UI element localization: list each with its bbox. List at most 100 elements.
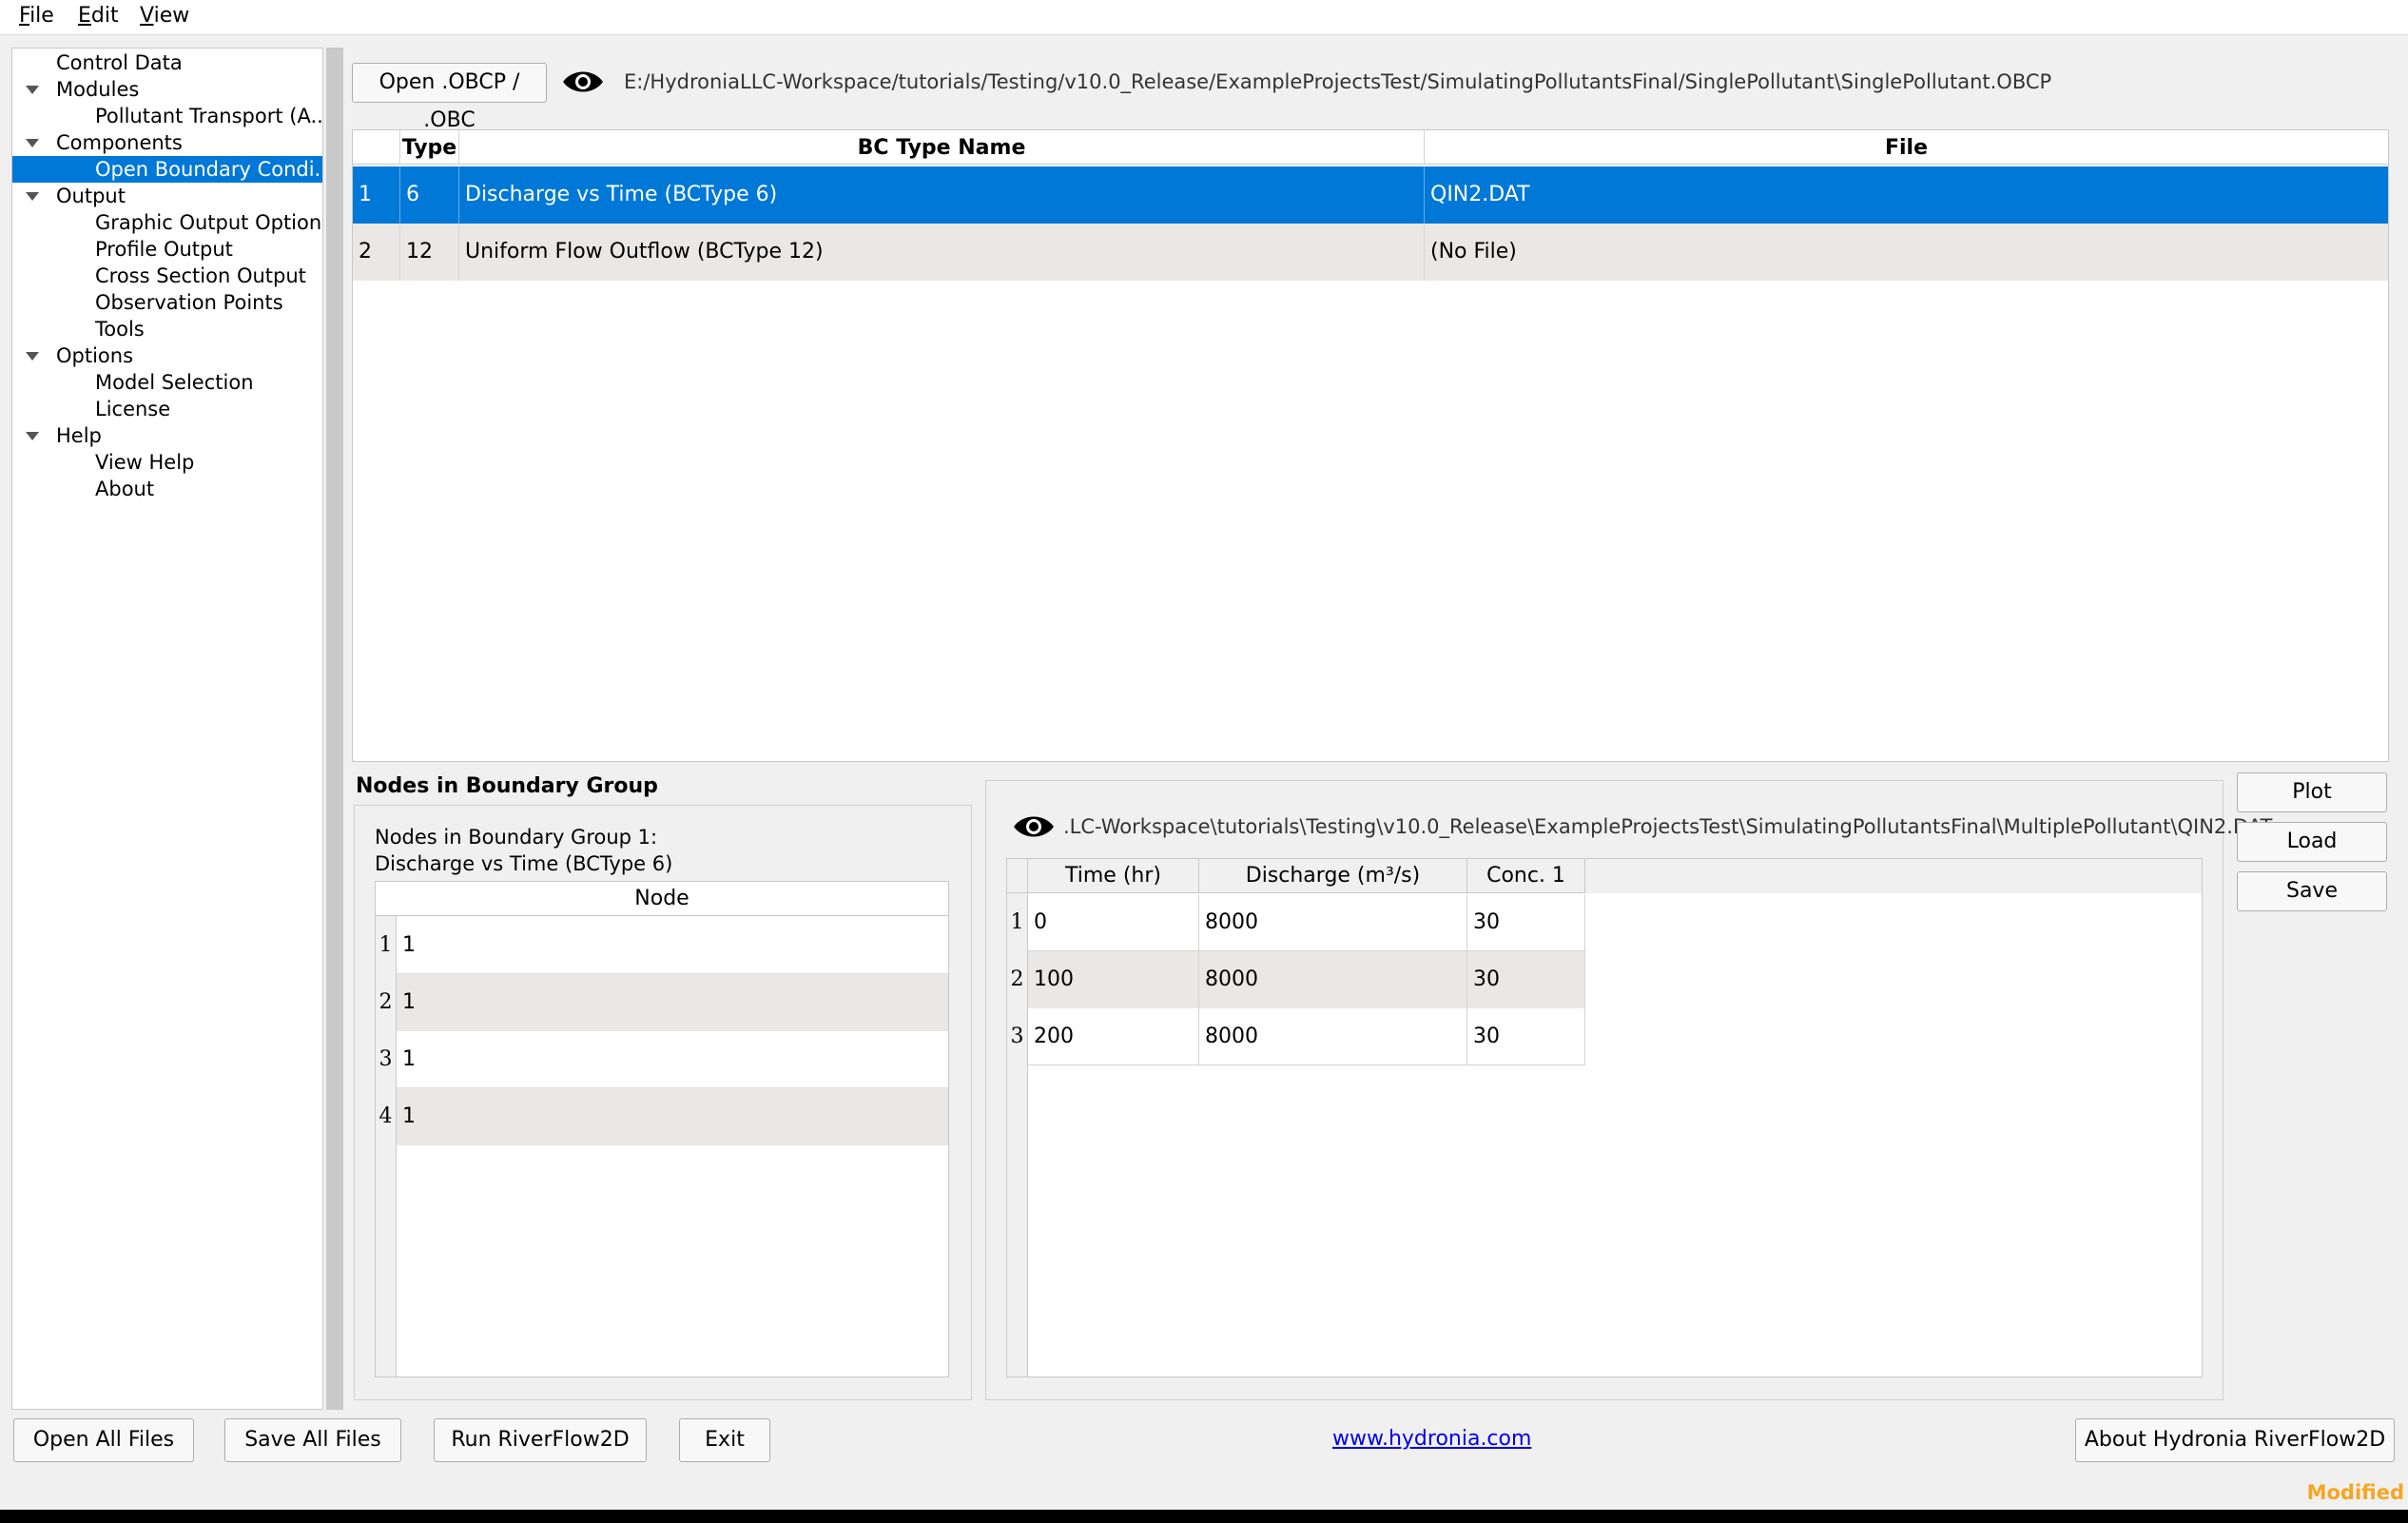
- header-filler: [1585, 859, 2202, 893]
- row-number[interactable]: 3: [376, 1031, 397, 1088]
- file-cell[interactable]: QIN2.DAT: [1425, 166, 2388, 224]
- time-cell[interactable]: 100: [1028, 951, 1199, 1008]
- column-header-discharge[interactable]: Discharge (m³/s): [1199, 859, 1467, 893]
- open-all-files-button[interactable]: Open All Files: [13, 1418, 194, 1462]
- column-header-bc-type-name[interactable]: BC Type Name: [459, 130, 1425, 165]
- panel-splitter[interactable]: [326, 48, 343, 1410]
- eye-icon[interactable]: [1012, 813, 1056, 840]
- expand-caret-icon[interactable]: [26, 192, 39, 201]
- menu-file[interactable]: File: [19, 4, 54, 28]
- menu-edit[interactable]: Edit: [78, 4, 119, 28]
- file-cell[interactable]: (No File): [1425, 224, 2388, 281]
- tree-item-open-boundary-conditions[interactable]: Open Boundary Condi...: [12, 156, 322, 183]
- series-file-path: .LC-Workspace\tutorials\Testing\v10.0_Re…: [1063, 815, 2273, 838]
- time-cell[interactable]: 200: [1028, 1008, 1199, 1065]
- tree-item-observation-points[interactable]: Observation Points: [12, 289, 322, 316]
- discharge-cell[interactable]: 8000: [1199, 951, 1467, 1008]
- bottom-edge: [0, 1510, 2408, 1523]
- tree-item-label: Graphic Output Options: [95, 211, 322, 234]
- tree-item-options[interactable]: Options: [12, 342, 322, 369]
- row-number[interactable]: 3: [1007, 1008, 1028, 1065]
- tree-item-label: Options: [56, 344, 134, 367]
- open-obcp-button[interactable]: Open .OBCP / .OBC: [352, 63, 547, 132]
- tree-item-help[interactable]: Help: [12, 422, 322, 449]
- row-number[interactable]: 2: [1007, 951, 1028, 1008]
- bc-type-name-cell[interactable]: Discharge vs Time (BCType 6): [459, 166, 1425, 224]
- node-cell[interactable]: 1: [397, 917, 948, 974]
- menu-view[interactable]: View: [140, 4, 189, 28]
- tree-item-tools[interactable]: Tools: [12, 316, 322, 342]
- about-button[interactable]: About Hydronia RiverFlow2D: [2075, 1418, 2395, 1462]
- column-header-node[interactable]: Node: [376, 882, 948, 916]
- eye-icon[interactable]: [561, 68, 605, 95]
- group-label-line1: Nodes in Boundary Group 1:: [375, 826, 658, 849]
- tree-item-label: Open Boundary Condi...: [95, 158, 322, 181]
- tree-item-label: Help: [56, 424, 102, 447]
- tree-item-label: Observation Points: [95, 291, 283, 314]
- column-header-conc[interactable]: Conc. 1: [1467, 859, 1585, 893]
- expand-caret-icon[interactable]: [26, 139, 39, 147]
- tree-item-model-selection[interactable]: Model Selection: [12, 369, 322, 396]
- nodes-table: Node 1 1 2 1 3 1 4 1: [375, 881, 949, 1377]
- exit-button[interactable]: Exit: [679, 1418, 770, 1462]
- tree-item-pollutant-transport[interactable]: Pollutant Transport (A...: [12, 103, 322, 129]
- tree-item-label: Tools: [95, 318, 145, 341]
- conc-cell[interactable]: 30: [1467, 951, 1585, 1008]
- discharge-cell[interactable]: 8000: [1199, 1008, 1467, 1065]
- row-number: 1: [353, 166, 400, 224]
- row-number[interactable]: 2: [376, 974, 397, 1031]
- tree-item-label: About: [95, 478, 155, 500]
- tree-item-label: Pollutant Transport (A...: [95, 105, 322, 127]
- bc-type-name-cell[interactable]: Uniform Flow Outflow (BCType 12): [459, 224, 1425, 281]
- tree-item-label: Cross Section Output: [95, 264, 306, 287]
- tree-item-label: License: [95, 398, 171, 420]
- expand-caret-icon[interactable]: [26, 86, 39, 94]
- tree-item-graphic-output-options[interactable]: Graphic Output Options: [12, 209, 322, 236]
- row-number[interactable]: 4: [376, 1088, 397, 1145]
- type-cell[interactable]: 12: [400, 224, 459, 281]
- node-cell[interactable]: 1: [397, 1088, 948, 1145]
- save-all-files-button[interactable]: Save All Files: [224, 1418, 401, 1462]
- node-cell[interactable]: 1: [397, 974, 948, 1031]
- tree-item-label: Modules: [56, 78, 140, 101]
- plot-button[interactable]: Plot: [2237, 772, 2387, 812]
- corner-header: [353, 130, 400, 165]
- tree-item-license[interactable]: License: [12, 396, 322, 422]
- website-link[interactable]: www.hydronia.com: [1332, 1427, 1531, 1451]
- table-row[interactable]: 1 6 Discharge vs Time (BCType 6) QIN2.DA…: [353, 166, 2388, 224]
- tree-item-view-help[interactable]: View Help: [12, 449, 322, 476]
- run-riverflow2d-button[interactable]: Run RiverFlow2D: [434, 1418, 647, 1462]
- tree-item-about[interactable]: About: [12, 476, 322, 502]
- navigation-tree: Control Data Modules Pollutant Transport…: [11, 48, 323, 1410]
- discharge-cell[interactable]: 8000: [1199, 894, 1467, 951]
- load-button[interactable]: Load: [2237, 822, 2387, 862]
- tree-item-label: Model Selection: [95, 371, 254, 394]
- column-header-file[interactable]: File: [1425, 130, 2388, 165]
- corner-header: [1007, 859, 1028, 893]
- save-button[interactable]: Save: [2237, 871, 2387, 911]
- conc-cell[interactable]: 30: [1467, 894, 1585, 951]
- row-number: 2: [353, 224, 400, 281]
- column-header-time[interactable]: Time (hr): [1028, 859, 1199, 893]
- tree-item-output[interactable]: Output: [12, 183, 322, 209]
- column-header-type[interactable]: Type: [400, 130, 459, 165]
- expand-caret-icon[interactable]: [26, 432, 39, 440]
- menu-bar: File Edit View: [0, 0, 2408, 35]
- tree-item-label: Profile Output: [95, 238, 233, 261]
- expand-caret-icon[interactable]: [26, 352, 39, 361]
- conc-cell[interactable]: 30: [1467, 1008, 1585, 1065]
- table-row[interactable]: 2 12 Uniform Flow Outflow (BCType 12) (N…: [353, 224, 2388, 281]
- tree-item-cross-section-output[interactable]: Cross Section Output: [12, 263, 322, 289]
- tree-item-label: View Help: [95, 451, 195, 474]
- tree-item-label: Control Data: [56, 51, 183, 74]
- type-cell[interactable]: 6: [400, 166, 459, 224]
- time-cell[interactable]: 0: [1028, 894, 1199, 951]
- tree-item-profile-output[interactable]: Profile Output: [12, 236, 322, 263]
- tree-item-components[interactable]: Components: [12, 129, 322, 156]
- tree-item-control-data[interactable]: Control Data: [12, 49, 322, 76]
- group-label-line2: Discharge vs Time (BCType 6): [375, 852, 673, 875]
- row-number[interactable]: 1: [1007, 894, 1028, 951]
- row-number[interactable]: 1: [376, 917, 397, 974]
- node-cell[interactable]: 1: [397, 1031, 948, 1088]
- tree-item-modules[interactable]: Modules: [12, 76, 322, 103]
